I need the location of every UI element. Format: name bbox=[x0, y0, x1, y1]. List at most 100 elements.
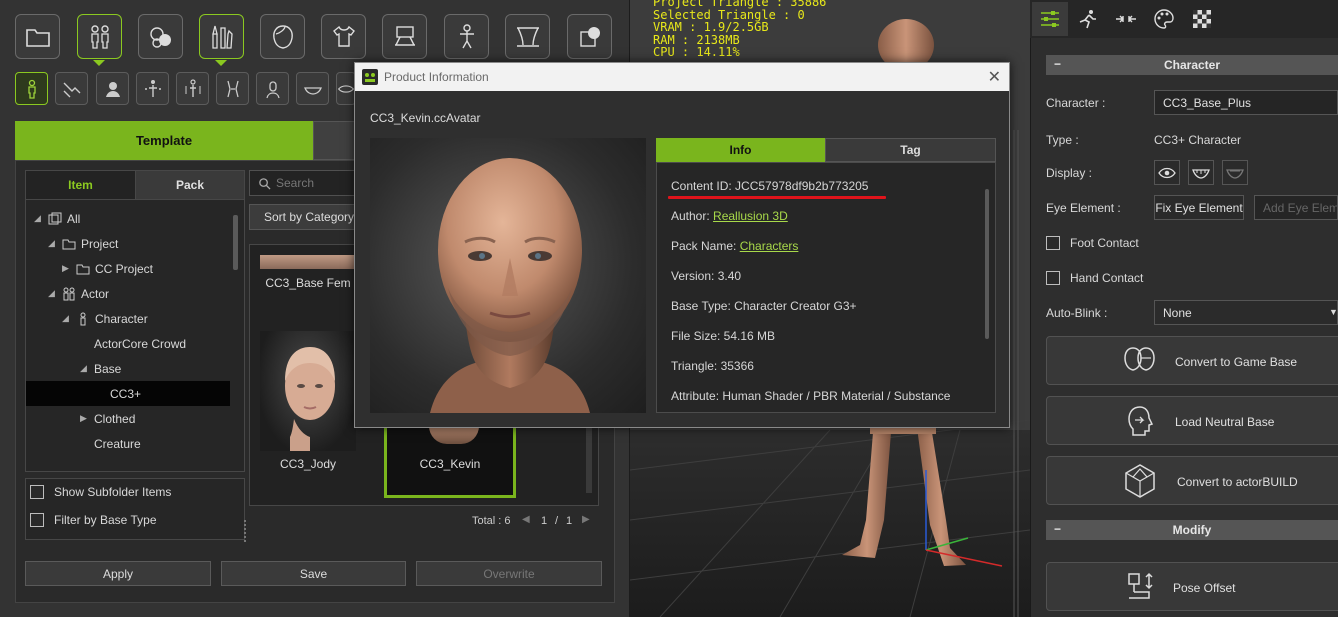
arms-filter-button[interactable] bbox=[216, 72, 249, 105]
display-teeth-button[interactable] bbox=[1188, 160, 1214, 185]
checkbox-box[interactable] bbox=[30, 513, 44, 527]
checkbox-label: Foot Contact bbox=[1070, 236, 1139, 250]
page-total: 1 bbox=[566, 515, 573, 527]
material-balls-icon bbox=[149, 26, 171, 48]
tree-item-actor[interactable]: ◢ Actor bbox=[48, 281, 109, 306]
makeup-button[interactable] bbox=[199, 14, 244, 59]
tab-template[interactable]: Template bbox=[15, 121, 313, 160]
load-neutral-base-button[interactable]: Load Neutral Base bbox=[1046, 396, 1338, 445]
section-character-header[interactable]: − Character bbox=[1046, 55, 1338, 75]
info-scrollbar[interactable] bbox=[985, 189, 989, 339]
body-filter-button[interactable] bbox=[136, 72, 169, 105]
convert-actorbuild-button[interactable]: Convert to actorBUILD bbox=[1046, 456, 1338, 505]
tab-custom[interactable] bbox=[313, 121, 358, 160]
tab-tag[interactable]: Tag bbox=[825, 138, 996, 162]
props-button[interactable] bbox=[567, 14, 612, 59]
motion-filter-button[interactable] bbox=[55, 72, 88, 105]
scene-button[interactable] bbox=[505, 14, 550, 59]
fix-eye-element-button[interactable]: Fix Eye Element bbox=[1154, 195, 1244, 220]
checkbox-box[interactable] bbox=[1046, 271, 1060, 285]
eye-filter-button[interactable] bbox=[336, 72, 356, 105]
tree-item-cc-project[interactable]: ▶ CC Project bbox=[62, 256, 153, 281]
tree-item-label: Clothed bbox=[94, 411, 136, 426]
folder-button[interactable] bbox=[15, 14, 60, 59]
all-items-icon bbox=[48, 212, 62, 224]
head-morph-filter-button[interactable] bbox=[256, 72, 289, 105]
section-modify-header[interactable]: − Modify bbox=[1046, 520, 1338, 540]
actor-button[interactable] bbox=[77, 14, 122, 59]
card-label: CC3_Base Fem bbox=[265, 276, 351, 290]
sort-dropdown[interactable]: Sort by Category bbox=[249, 204, 359, 230]
card-thumbnail-base-female[interactable] bbox=[260, 255, 356, 269]
tree-item-actorcore-crowd[interactable]: ActorCore Crowd bbox=[94, 331, 186, 356]
tab-texture[interactable] bbox=[1184, 2, 1220, 36]
tree-item-character[interactable]: ◢ Character bbox=[62, 306, 148, 331]
card-thumbnail-jody[interactable] bbox=[260, 331, 356, 451]
tree-item-cc3-plus[interactable]: CC3+ bbox=[26, 381, 230, 406]
tree-item-label: CC Project bbox=[95, 261, 154, 276]
pack-label: Pack Name: bbox=[671, 239, 740, 253]
tab-material[interactable] bbox=[1146, 2, 1182, 36]
tab-attributes[interactable] bbox=[1032, 2, 1068, 36]
page-prev-button[interactable]: ◀ bbox=[522, 514, 530, 525]
pose-offset-button[interactable]: Pose Offset bbox=[1046, 562, 1338, 611]
character-filter-button[interactable] bbox=[15, 72, 48, 105]
tab-motion[interactable] bbox=[1070, 2, 1106, 36]
close-icon[interactable]: ✕ bbox=[988, 67, 1001, 87]
subtab-item[interactable]: Item bbox=[26, 171, 136, 199]
show-subfolder-checkbox[interactable]: Show Subfolder Items bbox=[30, 485, 171, 499]
auto-blink-dropdown[interactable]: None ▼ bbox=[1154, 300, 1338, 325]
apply-button[interactable]: Apply bbox=[25, 561, 211, 586]
actorbuild-polyhedron-icon bbox=[1125, 463, 1155, 498]
foot-contact-checkbox[interactable]: Foot Contact bbox=[1046, 236, 1139, 250]
page-separator: / bbox=[555, 515, 559, 527]
splitter-handle[interactable] bbox=[244, 520, 249, 542]
tree-item-project[interactable]: ◢ Project bbox=[48, 231, 118, 256]
dialog-title-bar[interactable]: Product Information ✕ bbox=[355, 63, 1009, 91]
tree-item-base[interactable]: ◢ Base bbox=[80, 356, 121, 381]
type-value: CC3+ Character bbox=[1154, 133, 1242, 147]
modify-panel-tabs bbox=[1030, 0, 1338, 38]
save-button[interactable]: Save bbox=[221, 561, 406, 586]
search-input[interactable]: Search bbox=[249, 170, 359, 196]
mouth-filter-button[interactable] bbox=[296, 72, 329, 105]
info-tabs: Info Tag bbox=[656, 138, 996, 162]
checkbox-box[interactable] bbox=[30, 485, 44, 499]
add-eye-element-button[interactable]: Add Eye Element bbox=[1254, 195, 1338, 220]
cloth-button[interactable] bbox=[321, 14, 366, 59]
author-link[interactable]: Reallusion 3D bbox=[713, 209, 788, 223]
pose-button[interactable] bbox=[444, 14, 489, 59]
tree-item-creature[interactable]: Creature bbox=[94, 431, 141, 456]
tab-info[interactable]: Info bbox=[656, 138, 825, 162]
file-size: File Size: 54.16 MB bbox=[671, 329, 776, 343]
kevin-portrait bbox=[430, 158, 590, 413]
author-row: Author: Reallusion 3D bbox=[671, 209, 788, 223]
stage-button[interactable] bbox=[382, 14, 427, 59]
tab-morph[interactable] bbox=[1108, 2, 1144, 36]
display-eye-button[interactable] bbox=[1154, 160, 1180, 185]
tree-item-label: Actor bbox=[81, 286, 110, 301]
proportion-filter-button[interactable] bbox=[176, 72, 209, 105]
subtab-pack[interactable]: Pack bbox=[136, 171, 244, 199]
page-next-button[interactable]: ▶ bbox=[582, 514, 590, 525]
overwrite-button[interactable]: Overwrite bbox=[416, 561, 602, 586]
hand-contact-checkbox[interactable]: Hand Contact bbox=[1046, 271, 1143, 285]
collapse-icon: − bbox=[1054, 57, 1062, 71]
section-title: Modify bbox=[1172, 523, 1212, 537]
eye-icon bbox=[337, 84, 355, 93]
sliders-icon bbox=[1041, 11, 1059, 27]
pack-link[interactable]: Characters bbox=[740, 239, 799, 253]
person-icon bbox=[80, 312, 86, 325]
character-name-field[interactable]: CC3_Base_Plus bbox=[1154, 90, 1338, 115]
display-tongue-button[interactable] bbox=[1222, 160, 1248, 185]
filter-base-type-checkbox[interactable]: Filter by Base Type bbox=[30, 513, 157, 527]
checkbox-box[interactable] bbox=[1046, 236, 1060, 250]
tree-scrollbar[interactable] bbox=[233, 215, 238, 270]
attribute: Attribute: Human Shader / PBR Material /… bbox=[671, 389, 951, 403]
hair-button[interactable] bbox=[260, 14, 305, 59]
tree-item-clothed[interactable]: ▶ Clothed bbox=[80, 406, 135, 431]
head-filter-button[interactable] bbox=[96, 72, 129, 105]
convert-game-base-button[interactable]: Convert to Game Base bbox=[1046, 336, 1338, 385]
tree-item-all[interactable]: ◢ All bbox=[34, 206, 80, 231]
material-button[interactable] bbox=[138, 14, 183, 59]
